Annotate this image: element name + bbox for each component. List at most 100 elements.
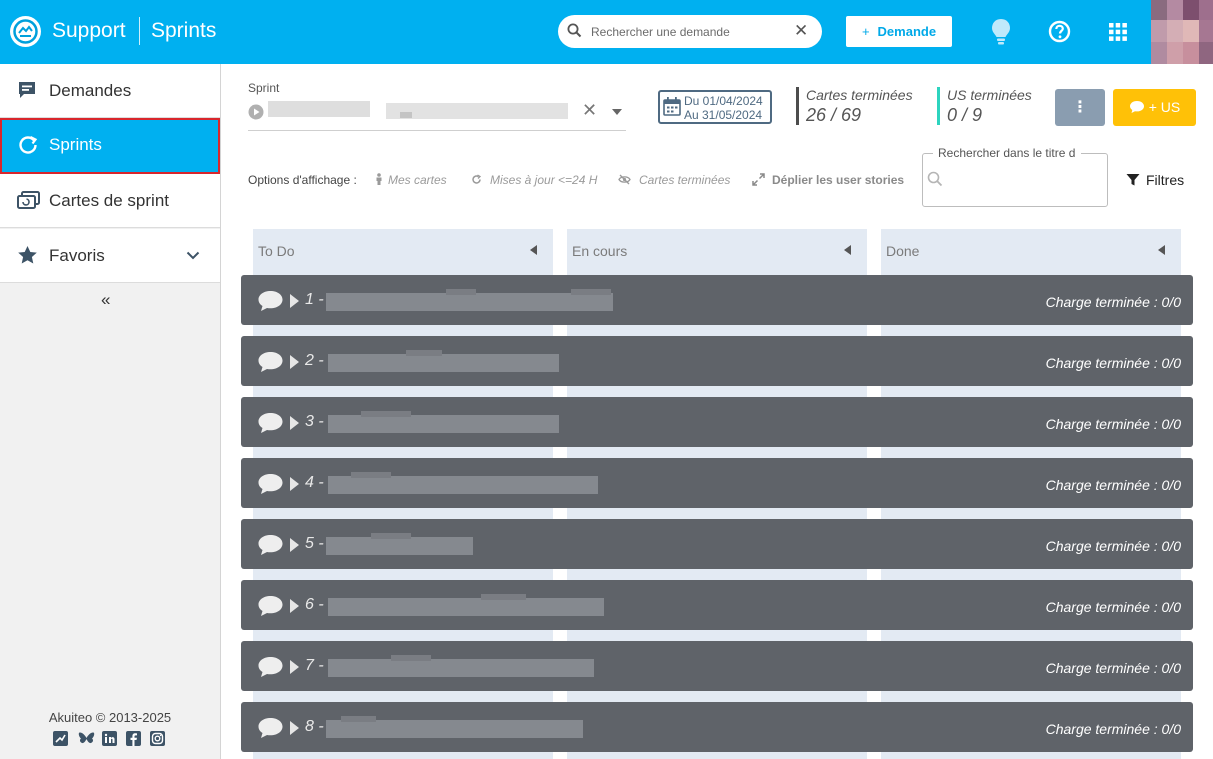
story-title-redacted — [341, 716, 376, 722]
story-title-redacted — [481, 594, 526, 600]
option-my-cards[interactable]: Mes cartes — [375, 173, 447, 187]
sidebar: Demandes Sprints Cartes de sprint Favori… — [0, 64, 221, 759]
comment-icon[interactable] — [257, 290, 284, 312]
collapse-column-icon[interactable] — [844, 245, 851, 255]
user-story-row[interactable]: 5 - Charge terminée : 0/0 — [241, 519, 1193, 569]
expand-story-icon[interactable] — [290, 477, 299, 491]
search-clear-icon[interactable]: ✕ — [794, 21, 808, 41]
request-search-input[interactable] — [591, 21, 791, 42]
cards-done-value: 26 / 69 — [806, 105, 862, 125]
expand-icon — [752, 173, 765, 186]
us-done-value: 0 / 9 — [947, 105, 983, 125]
chevron-down-icon[interactable] — [186, 251, 200, 260]
story-title-redacted — [406, 350, 442, 356]
lightbulb-icon[interactable] — [990, 18, 1012, 46]
sidebar-item-cartes-de-sprint[interactable]: Cartes de sprint — [0, 174, 220, 228]
expand-story-icon[interactable] — [290, 538, 299, 552]
sprint-name-redacted — [386, 103, 568, 119]
collapse-column-icon[interactable] — [1158, 245, 1165, 255]
stats-icon[interactable] — [53, 731, 68, 746]
filters-button[interactable]: Filtres — [1126, 172, 1184, 188]
linkedin-icon[interactable] — [102, 731, 117, 746]
collapse-column-icon[interactable] — [530, 245, 537, 255]
story-title-redacted — [328, 659, 594, 677]
date-from: Du 01/04/2024 — [684, 94, 763, 108]
more-options-button[interactable]: ⋮ — [1055, 89, 1105, 126]
refresh-icon — [472, 174, 482, 184]
sprint-clear-icon[interactable]: ✕ — [582, 100, 597, 121]
sidebar-item-favoris[interactable]: Favoris — [0, 229, 220, 283]
sprint-dropdown-icon[interactable] — [612, 109, 622, 115]
plus-icon: + — [861, 24, 870, 39]
expand-story-icon[interactable] — [290, 599, 299, 613]
title-search-field[interactable]: Rechercher dans le titre d — [922, 146, 1108, 207]
logo-icon[interactable] — [10, 16, 41, 47]
bluesky-icon[interactable] — [78, 731, 95, 746]
apps-grid-icon[interactable] — [1109, 23, 1127, 41]
sprint-label: Sprint — [248, 81, 280, 95]
story-title-redacted — [328, 598, 604, 616]
user-story-row[interactable]: 8 - Charge terminée : 0/0 — [241, 702, 1193, 752]
cards-done-stat: Cartes terminées 26 / 69 — [796, 87, 913, 125]
story-charge: Charge terminée : 0/0 — [1045, 599, 1181, 615]
option-my-cards-label: Mes cartes — [388, 173, 447, 187]
cards-done-label: Cartes terminées — [806, 87, 913, 103]
top-bar: Support Sprints ✕ + Demande — [0, 0, 1213, 64]
user-story-row[interactable]: 4 - Charge terminée : 0/0 — [241, 458, 1193, 508]
story-title-redacted — [446, 289, 476, 295]
user-story-row[interactable]: 3 - Charge terminée : 0/0 — [241, 397, 1193, 447]
expand-story-icon[interactable] — [290, 294, 299, 308]
comment-icon[interactable] — [257, 595, 284, 617]
story-number: 7 - — [305, 657, 324, 674]
expand-story-icon[interactable] — [290, 355, 299, 369]
story-number: 6 - — [305, 596, 324, 613]
search-icon — [927, 171, 943, 187]
story-number: 4 - — [305, 474, 324, 491]
expand-story-icon[interactable] — [290, 721, 299, 735]
user-story-row[interactable]: 6 - Charge terminée : 0/0 — [241, 580, 1193, 630]
comment-icon[interactable] — [257, 534, 284, 556]
sidebar-item-sprints[interactable]: Sprints — [0, 118, 220, 174]
search-icon — [567, 23, 582, 38]
collapse-sidebar-icon[interactable]: « — [101, 290, 110, 310]
add-user-story-button[interactable]: + US — [1113, 89, 1196, 126]
date-to: Au 31/05/2024 — [684, 108, 763, 122]
story-title-redacted — [571, 289, 611, 295]
comment-icon[interactable] — [257, 473, 284, 495]
facebook-icon[interactable] — [126, 731, 141, 746]
title-search-legend: Rechercher dans le titre d — [933, 146, 1082, 160]
story-title-redacted — [326, 293, 613, 311]
story-charge: Charge terminée : 0/0 — [1045, 538, 1181, 554]
sidebar-item-label: Cartes de sprint — [49, 191, 169, 210]
comment-icon[interactable] — [257, 412, 284, 434]
sidebar-item-label: Demandes — [49, 81, 132, 100]
help-icon[interactable] — [1048, 20, 1071, 43]
story-number: 2 - — [305, 352, 324, 369]
sidebar-item-demandes[interactable]: Demandes — [0, 64, 220, 118]
app-title[interactable]: Support — [52, 19, 126, 43]
option-done-cards[interactable]: Cartes terminées — [618, 173, 730, 187]
comment-icon[interactable] — [257, 351, 284, 373]
instagram-icon[interactable] — [150, 731, 165, 746]
user-story-row[interactable]: 1 - Charge terminée : 0/0 — [241, 275, 1193, 325]
sprint-select[interactable]: ✕ — [248, 98, 626, 131]
copyright: Akuiteo © 2013-2025 — [48, 710, 172, 725]
comment-icon[interactable] — [257, 717, 284, 739]
comment-icon[interactable] — [257, 656, 284, 678]
expand-user-stories-toggle[interactable]: Déplier les user stories — [752, 173, 904, 187]
expand-story-icon[interactable] — [290, 660, 299, 674]
new-request-button[interactable]: + Demande — [846, 16, 952, 47]
story-charge: Charge terminée : 0/0 — [1045, 477, 1181, 493]
story-number: 1 - — [305, 291, 324, 308]
comment-icon — [1129, 101, 1144, 113]
option-updated-24h[interactable]: Mises à jour <=24 H — [471, 173, 597, 187]
user-story-row[interactable]: 7 - Charge terminée : 0/0 — [241, 641, 1193, 691]
story-title-redacted — [361, 411, 411, 417]
user-story-row[interactable]: 2 - Charge terminée : 0/0 — [241, 336, 1193, 386]
us-done-label: US terminées — [947, 87, 1032, 103]
avatar[interactable] — [1151, 0, 1213, 64]
filter-icon — [1126, 174, 1140, 186]
sprint-cycle-icon — [19, 136, 38, 154]
story-number: 8 - — [305, 718, 324, 735]
expand-story-icon[interactable] — [290, 416, 299, 430]
